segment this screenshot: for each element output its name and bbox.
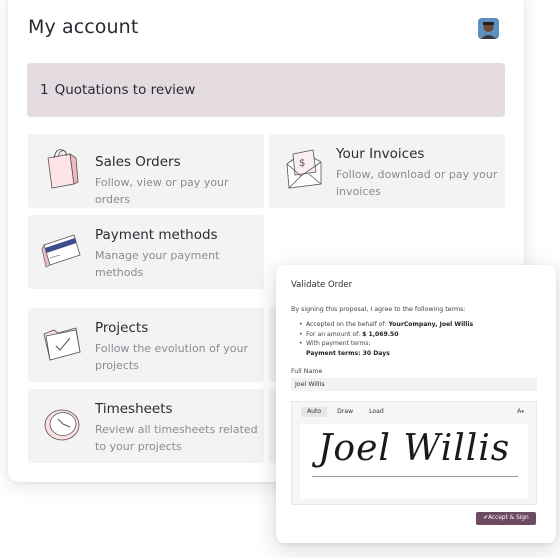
tab-auto[interactable]: Auto xyxy=(301,407,328,417)
term-amount: For an amount of: $ 1,069.50 xyxy=(299,330,473,340)
quotations-count: 1 xyxy=(40,82,49,98)
term-payment-label: With payment terms: xyxy=(306,340,371,348)
signature-text: Joel Willis xyxy=(318,428,511,469)
signature-canvas[interactable]: Joel Willis xyxy=(300,424,528,498)
invoices-tile[interactable]: $ Your Invoices Follow, download or pay … xyxy=(269,134,505,208)
validate-order-modal: Validate Order By signing this proposal,… xyxy=(276,265,556,543)
invoices-desc-line-2: invoices xyxy=(336,185,381,198)
payment-methods-title: Payment methods xyxy=(95,227,218,243)
term-behalf: Accepted on the behalf of: YourCompany, … xyxy=(299,320,474,330)
timesheets-desc-line-1: Review all timesheets related xyxy=(95,423,258,436)
term-amount-value: $ 1,069.50 xyxy=(362,330,399,338)
folder-check-icon xyxy=(40,318,82,364)
tab-draw[interactable]: Draw xyxy=(331,407,359,417)
sales-orders-desc: Follow, view or pay your orders xyxy=(95,176,229,206)
signature-area: Auto Draw Load A▾ Joel Willis xyxy=(291,401,537,505)
tab-load[interactable]: Load xyxy=(363,407,390,417)
timesheets-title: Timesheets xyxy=(95,401,173,417)
term-behalf-label: Accepted on the behalf of: xyxy=(306,321,387,328)
svg-text:$: $ xyxy=(299,158,305,169)
payment-methods-desc-line-2: methods xyxy=(95,266,144,279)
accept-sign-button[interactable]: ✔Accept & Sign xyxy=(476,512,536,525)
credit-card-icon xyxy=(40,225,82,271)
user-avatar[interactable] xyxy=(478,18,499,39)
term-amount-label: For an amount of: xyxy=(306,330,361,338)
full-name-input[interactable]: Joel Willis xyxy=(291,378,537,391)
projects-desc-line-2: projects xyxy=(95,359,139,372)
payment-methods-tile[interactable]: Payment methods Manage your payment meth… xyxy=(28,215,264,289)
quotations-banner[interactable]: 1 Quotations to review xyxy=(27,63,505,117)
shopping-bag-icon xyxy=(40,144,82,190)
modal-title: Validate Order xyxy=(291,280,353,290)
font-select-icon[interactable]: A▾ xyxy=(517,407,524,415)
term-payment: With payment terms: xyxy=(299,339,473,349)
payment-methods-desc-line-1: Manage your payment xyxy=(95,249,220,262)
invoices-desc-line-1: Follow, download or pay your xyxy=(336,168,498,181)
modal-intro: By signing this proposal, I agree to the… xyxy=(291,306,466,313)
chevron-down-icon: ▾ xyxy=(521,409,524,415)
sales-orders-tile[interactable]: Sales Orders Follow, view or pay your or… xyxy=(28,134,264,208)
timesheets-desc-line-2: to your projects xyxy=(95,440,182,453)
signature-baseline xyxy=(312,476,518,477)
projects-tile[interactable]: Projects Follow the evolution of your pr… xyxy=(28,308,264,382)
term-payment-value-row: Payment terms: 30 Days xyxy=(300,349,473,359)
invoices-title: Your Invoices xyxy=(336,146,425,162)
page-title: My account xyxy=(28,16,139,38)
quotations-label: Quotations to review xyxy=(54,82,196,98)
timesheets-tile[interactable]: Timesheets Review all timesheets related… xyxy=(28,389,264,463)
projects-desc-line-1: Follow the evolution of your xyxy=(95,342,248,355)
invoice-envelope-icon: $ xyxy=(281,144,323,190)
projects-title: Projects xyxy=(95,320,149,336)
full-name-label: Full Name xyxy=(291,368,323,375)
signature-mode-tabs: Auto Draw Load xyxy=(301,407,390,417)
term-behalf-value: YourCompany, Joel Willis xyxy=(388,321,474,328)
terms-list: Accepted on the behalf of: YourCompany, … xyxy=(299,320,474,359)
sales-orders-title: Sales Orders xyxy=(95,154,181,170)
term-payment-value: Payment terms: 30 Days xyxy=(306,349,390,357)
clock-icon xyxy=(40,399,82,445)
